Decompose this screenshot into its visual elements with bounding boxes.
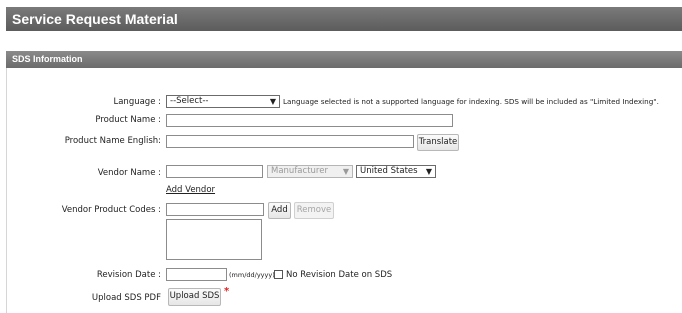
section-border (6, 68, 7, 313)
vendor-product-codes-list[interactable] (166, 219, 262, 260)
product-name-english-input[interactable] (166, 135, 414, 148)
date-format-hint: (mm/dd/yyyy) (229, 271, 275, 279)
vendor-name-label: Vendor Name : (97, 168, 161, 178)
remove-code-button: Remove (294, 202, 334, 219)
upload-sds-label: Upload SDS PDF (91, 293, 161, 303)
product-name-input[interactable] (166, 114, 453, 127)
revision-date-label: Revision Date : (96, 270, 161, 280)
language-select-value: --Select-- (170, 96, 209, 106)
vendor-product-code-input[interactable] (166, 203, 264, 216)
vendor-country-select[interactable]: United States ▼ (356, 165, 436, 178)
vendor-country-value: United States (360, 166, 418, 176)
revision-date-input[interactable] (166, 268, 227, 281)
section-title: SDS Information (12, 54, 83, 64)
product-name-label: Product Name : (95, 115, 161, 125)
chevron-down-icon: ▼ (269, 97, 276, 106)
language-note: Language selected is not a supported lan… (283, 97, 659, 106)
vendor-name-input[interactable] (166, 165, 263, 178)
page-header: Service Request Material (6, 7, 682, 31)
product-name-english-label: Product Name English: (64, 136, 161, 146)
section-header: SDS Information (6, 51, 682, 68)
language-select[interactable]: --Select-- ▼ (166, 95, 280, 108)
upload-sds-button[interactable]: Upload SDS (168, 288, 221, 306)
vendor-product-codes-label: Vendor Product Codes : (61, 205, 161, 215)
chevron-down-icon: ▼ (425, 167, 432, 176)
language-label: Language : (113, 97, 161, 107)
no-revision-date-checkbox[interactable] (274, 270, 283, 279)
translate-button[interactable]: Translate (417, 134, 459, 151)
vendor-role-value: Manufacturer (271, 166, 328, 176)
vendor-role-select: Manufacturer ▼ (267, 165, 353, 178)
required-indicator: * (224, 286, 230, 297)
no-revision-date-label: No Revision Date on SDS (286, 270, 393, 280)
chevron-down-icon: ▼ (342, 167, 349, 176)
page-title: Service Request Material (12, 11, 178, 27)
add-vendor-link[interactable]: Add Vendor (166, 185, 215, 195)
add-code-button[interactable]: Add (268, 202, 291, 219)
